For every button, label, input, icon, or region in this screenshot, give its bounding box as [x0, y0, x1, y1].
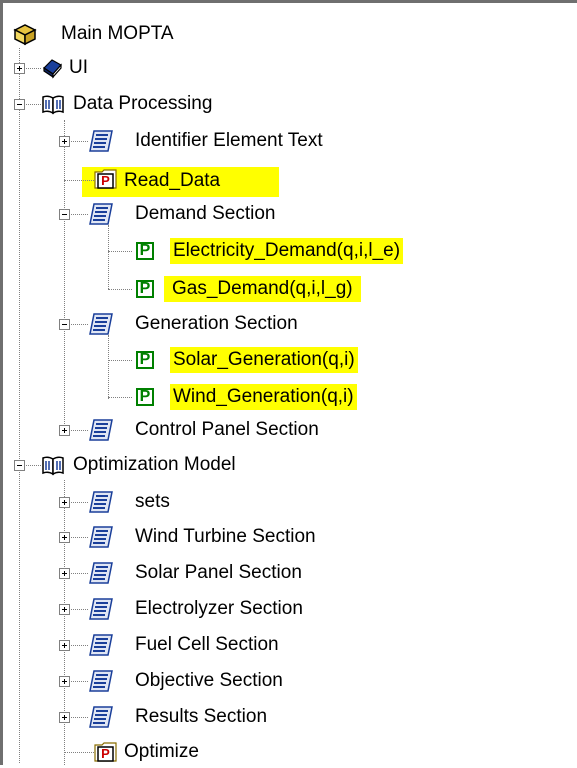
tree-connector-line	[19, 48, 20, 763]
tree-node-label-wind-generation[interactable]: Wind_Generation(q,i)	[170, 384, 357, 410]
tree-node-label-gas-demand[interactable]: Gas_Demand(q,i,l_g)	[164, 276, 361, 302]
tree-connector-line	[64, 752, 94, 753]
section-icon	[88, 560, 116, 586]
expand-toggle-sets[interactable]	[59, 497, 70, 508]
book-open-icon	[40, 453, 66, 477]
tree-node-label-demand-section[interactable]: Demand Section	[132, 202, 278, 226]
book-open-icon	[40, 92, 66, 116]
section-icon	[88, 489, 116, 515]
section-icon	[88, 311, 116, 337]
procedure-icon: P	[94, 168, 118, 190]
collapse-toggle-optimization-model[interactable]	[14, 460, 25, 471]
parameter-icon: P	[136, 388, 154, 406]
model-explorer-tree: Main MOPTA UI Data Processing Identifier…	[0, 0, 577, 765]
tree-node-label-generation-section[interactable]: Generation Section	[132, 312, 301, 336]
collapse-toggle-generation-section[interactable]	[59, 319, 70, 330]
expand-toggle-objective-section[interactable]	[59, 676, 70, 687]
expand-toggle-identifier-element-text[interactable]	[59, 136, 70, 147]
tree-node-label-sets[interactable]: sets	[132, 490, 173, 514]
procedure-glyph: P	[101, 173, 110, 188]
section-icon	[88, 201, 116, 227]
tree-connector-line	[108, 360, 132, 361]
tree-node-label-ui[interactable]: UI	[66, 56, 91, 80]
tree-node-label-solar-generation[interactable]: Solar_Generation(q,i)	[170, 347, 358, 373]
expand-toggle-electrolyzer-section[interactable]	[59, 604, 70, 615]
main-model-icon	[12, 22, 38, 46]
tree-node-label-fuel-cell-section[interactable]: Fuel Cell Section	[132, 633, 282, 657]
section-icon	[88, 704, 116, 730]
expand-toggle-control-panel-section[interactable]	[59, 425, 70, 436]
parameter-icon: P	[136, 280, 154, 298]
tree-connector-line	[108, 251, 132, 252]
tree-node-label-electricity-demand[interactable]: Electricity_Demand(q,i,l_e)	[170, 238, 404, 264]
section-icon	[88, 596, 116, 622]
expand-toggle-results-section[interactable]	[59, 712, 70, 723]
tree-node-label-objective-section[interactable]: Objective Section	[132, 669, 286, 693]
parameter-icon: P	[136, 351, 154, 369]
section-icon	[88, 128, 116, 154]
tree-node-label-solar-panel-section[interactable]: Solar Panel Section	[132, 561, 305, 585]
section-icon	[88, 524, 116, 550]
expand-toggle-fuel-cell-section[interactable]	[59, 640, 70, 651]
tree-node-label-main-mopta[interactable]: Main MOPTA	[58, 22, 177, 46]
parameter-icon: P	[136, 242, 154, 260]
section-icon	[88, 417, 116, 443]
collapse-toggle-data-processing[interactable]	[14, 99, 25, 110]
tree-connector-line	[108, 335, 109, 399]
book-closed-icon	[40, 56, 64, 80]
expand-toggle-wind-turbine-section[interactable]	[59, 532, 70, 543]
tree-connector-line	[108, 289, 132, 290]
section-icon	[88, 668, 116, 694]
tree-node-label-identifier-element-text[interactable]: Identifier Element Text	[132, 129, 326, 153]
tree-node-label-optimize[interactable]: Optimize	[121, 740, 202, 764]
tree-node-label-read-data[interactable]: Read_Data	[121, 169, 223, 193]
tree-connector-line	[108, 225, 109, 289]
tree-connector-line	[64, 180, 94, 181]
tree-node-label-results-section[interactable]: Results Section	[132, 705, 270, 729]
tree-connector-line	[64, 120, 65, 430]
collapse-toggle-demand-section[interactable]	[59, 209, 70, 220]
tree-node-label-electrolyzer-section[interactable]: Electrolyzer Section	[132, 597, 306, 621]
section-icon	[88, 632, 116, 658]
procedure-glyph: P	[101, 746, 110, 761]
tree-connector-line	[108, 397, 132, 398]
tree-node-label-control-panel-section[interactable]: Control Panel Section	[132, 418, 322, 442]
tree-node-label-wind-turbine-section[interactable]: Wind Turbine Section	[132, 525, 319, 549]
expand-toggle-ui[interactable]	[14, 63, 25, 74]
expand-toggle-solar-panel-section[interactable]	[59, 568, 70, 579]
tree-node-label-optimization-model[interactable]: Optimization Model	[70, 453, 239, 477]
tree-node-label-data-processing[interactable]: Data Processing	[70, 92, 215, 116]
procedure-icon: P	[94, 741, 118, 763]
